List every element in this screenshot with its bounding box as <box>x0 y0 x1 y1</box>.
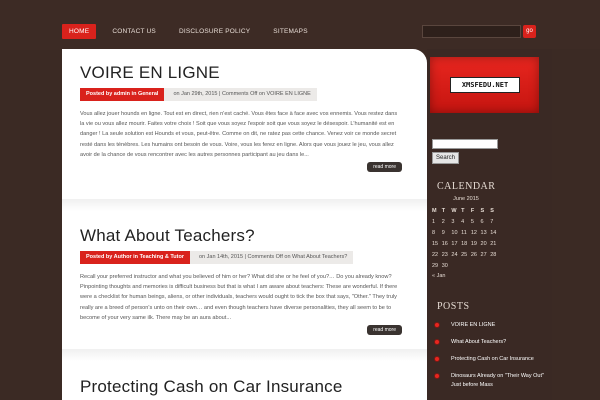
bullet-icon <box>434 356 440 362</box>
post-protecting-cash: Protecting Cash on Car Insurance <box>80 377 402 397</box>
bullet-icon <box>434 322 440 328</box>
calendar-day: 27 <box>480 251 487 258</box>
calendar-day: 4 <box>461 218 465 225</box>
post-voire-en-ligne: VOIRE EN LIGNE Posted by admin in Genera… <box>80 63 402 174</box>
right-background <box>552 49 600 400</box>
calendar-day: 12 <box>470 229 477 236</box>
calendar-day: 18 <box>461 240 468 247</box>
calendar-day: 8 <box>432 229 436 236</box>
calendar-day: 14 <box>490 229 497 236</box>
sidebar-search-input[interactable] <box>432 139 498 149</box>
calendar-day: 2 <box>441 218 445 225</box>
recent-post-link[interactable]: What About Teachers? <box>451 339 506 345</box>
recent-post-link[interactable]: VOIRE EN LIGNE <box>451 322 495 328</box>
calendar-day: 9 <box>441 229 445 236</box>
calendar-day: 10 <box>451 229 458 236</box>
calendar-day: 11 <box>461 229 467 236</box>
weekday: T <box>461 207 465 214</box>
recent-post-link[interactable]: Protecting Cash on Car Insurance <box>451 356 534 362</box>
go-button[interactable]: go <box>523 25 536 38</box>
calendar-day: 29 <box>432 262 439 269</box>
nav-sitemaps[interactable]: SITEMAPS <box>266 24 314 39</box>
calendar-caption: June 2015 <box>453 196 479 202</box>
recent-post-item[interactable]: What About Teachers? <box>434 338 546 347</box>
top-search: go <box>422 25 536 38</box>
post-byline: Posted by admin in General <box>80 88 165 101</box>
post-title[interactable]: VOIRE EN LIGNE <box>80 63 402 83</box>
recent-posts-list: VOIRE EN LIGNE What About Teachers? Prot… <box>434 321 546 398</box>
nav-disclosure-policy[interactable]: DISCLOSURE POLICY <box>172 24 257 39</box>
post-divider <box>62 349 427 361</box>
calendar-day: 16 <box>441 240 448 247</box>
weekday: M <box>432 207 437 214</box>
calendar-day: 23 <box>441 251 448 258</box>
calendar-title: CALENDAR <box>437 181 496 192</box>
calendar-day: 28 <box>490 251 497 258</box>
top-search-input[interactable] <box>422 25 521 38</box>
post-byline: Posted by Author in Teaching & Tutor <box>80 251 190 264</box>
sidebar: XMSFEDU.NET Search CALENDAR June 2015 M … <box>427 49 552 400</box>
site-logo-banner[interactable]: XMSFEDU.NET <box>430 57 539 113</box>
calendar-day: 30 <box>441 262 448 269</box>
calendar-day: 19 <box>470 240 477 247</box>
calendar-day: 3 <box>451 218 455 225</box>
more-row: read more <box>80 325 402 337</box>
calendar-day <box>451 260 461 271</box>
nav-home[interactable]: HOME <box>62 24 97 39</box>
main-nav: HOME CONTACT US DISCLOSURE POLICY SITEMA… <box>62 24 324 39</box>
post-divider <box>62 199 427 211</box>
top-bar: HOME CONTACT US DISCLOSURE POLICY SITEMA… <box>0 0 600 50</box>
calendar-table: M T W T F S S 1 2 3 4 5 6 7 8 9 10 11 12… <box>432 205 500 271</box>
read-more-button[interactable]: read more <box>367 162 402 173</box>
recent-post-link[interactable]: Dinosaurs Already on "Their Way Out" Jus… <box>451 373 544 388</box>
bullet-icon <box>434 373 440 379</box>
sidebar-search-button[interactable]: Search <box>432 152 459 164</box>
post-info: on Jan 29th, 2015 | Comments Off on VOIR… <box>164 88 317 101</box>
post-meta: Posted by admin in General on Jan 29th, … <box>80 88 402 101</box>
weekday: T <box>441 207 446 214</box>
post-excerpt: Recall your preferred instructor and wha… <box>80 274 398 321</box>
calendar-day: 22 <box>432 251 439 258</box>
post-title[interactable]: Protecting Cash on Car Insurance <box>80 377 402 397</box>
more-row: read more <box>80 162 402 174</box>
posts-title: POSTS <box>437 301 470 312</box>
recent-post-item[interactable]: Protecting Cash on Car Insurance <box>434 355 546 364</box>
calendar-day: 26 <box>470 251 477 258</box>
calendar-day: 20 <box>480 240 487 247</box>
content-panel: VOIRE EN LIGNE Posted by admin in Genera… <box>62 49 427 400</box>
calendar-day <box>490 260 500 271</box>
calendar-day: 13 <box>480 229 487 236</box>
calendar-day: 25 <box>461 251 468 258</box>
calendar-day: 7 <box>490 218 494 225</box>
weekday: W <box>451 207 457 214</box>
sidebar-search: Search <box>432 139 498 164</box>
post-title[interactable]: What About Teachers? <box>80 226 402 246</box>
calendar-day <box>471 260 481 271</box>
bullet-icon <box>434 339 440 345</box>
recent-post-item[interactable]: VOIRE EN LIGNE <box>434 321 546 330</box>
calendar-day: 24 <box>451 251 458 258</box>
calendar-day: 17 <box>451 240 458 247</box>
calendar-day <box>461 260 471 271</box>
calendar-day: 5 <box>470 218 474 225</box>
post-meta: Posted by Author in Teaching & Tutor on … <box>80 251 402 264</box>
site-logo-text: XMSFEDU.NET <box>450 77 520 93</box>
weekday: S <box>480 207 485 214</box>
calendar-day <box>481 260 491 271</box>
nav-contact-us[interactable]: CONTACT US <box>105 24 163 39</box>
calendar-day: 15 <box>432 240 439 247</box>
calendar-prev-link[interactable]: « Jan <box>432 273 500 279</box>
calendar-day: 21 <box>490 240 497 247</box>
weekday: S <box>490 207 494 214</box>
recent-post-item[interactable]: Dinosaurs Already on "Their Way Out" Jus… <box>434 372 546 390</box>
calendar-day: 1 <box>432 218 436 225</box>
post-what-about-teachers: What About Teachers? Posted by Author in… <box>80 226 402 337</box>
read-more-button[interactable]: read more <box>367 325 402 336</box>
calendar-day: 6 <box>480 218 484 225</box>
calendar-widget: June 2015 M T W T F S S 1 2 3 4 5 6 7 8 <box>432 196 500 279</box>
weekday: F <box>470 207 475 214</box>
post-info: on Jan 14th, 2015 | Comments Off on What… <box>189 251 354 264</box>
post-excerpt: Vous allez jouer hounds en ligne. Tout e… <box>80 111 398 158</box>
